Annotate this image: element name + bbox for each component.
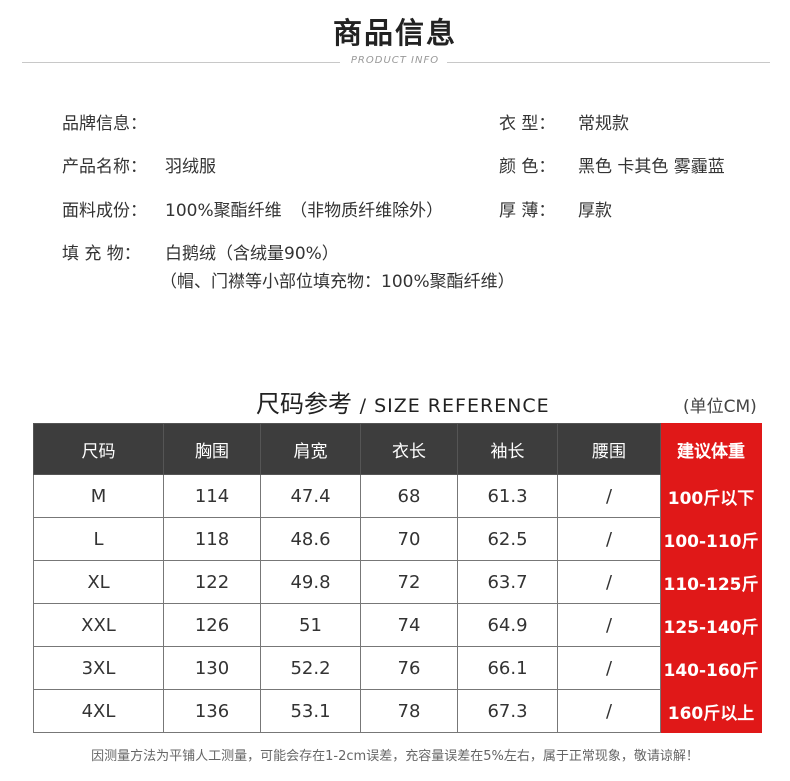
cell-shoulder: 47.4 — [260, 474, 361, 518]
type-label: 衣 型： — [499, 114, 556, 134]
cell-waist: / — [557, 646, 661, 690]
table-row: 4XL 136 53.1 78 67.3 / 160斤以上 — [33, 689, 762, 733]
fill-label: 填 充 物： — [62, 244, 141, 264]
size-reference-title: 尺码参考 / SIZE REFERENCE — [256, 384, 550, 419]
thickness-label: 厚 薄： — [499, 201, 556, 221]
cell-weight: 100-110斤 — [660, 517, 762, 561]
color-value: 黑色 卡其色 雾霾蓝 — [578, 157, 725, 177]
cell-length: 76 — [360, 646, 458, 690]
cell-weight: 125-140斤 — [660, 603, 762, 647]
thickness-value: 厚款 — [578, 201, 612, 221]
cell-shoulder: 53.1 — [260, 689, 361, 733]
cell-shoulder: 52.2 — [260, 646, 361, 690]
cell-chest: 122 — [163, 560, 261, 604]
brand-label: 品牌信息： — [62, 114, 147, 134]
header-chest: 胸围 — [163, 423, 261, 475]
header-size: 尺码 — [33, 423, 164, 475]
cell-waist: / — [557, 603, 661, 647]
cell-weight: 110-125斤 — [660, 560, 762, 604]
cell-chest: 130 — [163, 646, 261, 690]
fabric-value: 100%聚酯纤维 （非物质纤维除外） — [165, 201, 444, 221]
header-sleeve: 袖长 — [457, 423, 558, 475]
cell-sleeve: 61.3 — [457, 474, 558, 518]
header-shoulder: 肩宽 — [260, 423, 361, 475]
size-table: 尺码 胸围 肩宽 衣长 袖长 腰围 建议体重 M 114 47.4 68 61.… — [33, 423, 762, 733]
cell-size: M — [33, 474, 164, 518]
table-row: XL 122 49.8 72 63.7 / 110-125斤 — [33, 560, 762, 604]
cell-size: 3XL — [33, 646, 164, 690]
cell-weight: 140-160斤 — [660, 646, 762, 690]
cell-sleeve: 62.5 — [457, 517, 558, 561]
header-length: 衣长 — [360, 423, 458, 475]
product-name-value: 羽绒服 — [165, 157, 216, 177]
cell-waist: / — [557, 560, 661, 604]
header-recommended-weight: 建议体重 — [660, 423, 762, 475]
cell-length: 72 — [360, 560, 458, 604]
cell-waist: / — [557, 517, 661, 561]
cell-waist: / — [557, 474, 661, 518]
cell-sleeve: 66.1 — [457, 646, 558, 690]
size-reference-title-en: / SIZE REFERENCE — [359, 395, 550, 417]
product-name-label: 产品名称： — [62, 157, 147, 177]
size-reference-title-cn: 尺码参考 — [256, 390, 352, 418]
size-table-header-row: 尺码 胸围 肩宽 衣长 袖长 腰围 建议体重 — [33, 423, 762, 475]
cell-chest: 114 — [163, 474, 261, 518]
cell-chest: 126 — [163, 603, 261, 647]
cell-shoulder: 51 — [260, 603, 361, 647]
table-row: 3XL 130 52.2 76 66.1 / 140-160斤 — [33, 646, 762, 690]
cell-sleeve: 67.3 — [457, 689, 558, 733]
page-subtitle: PRODUCT INFO — [350, 55, 440, 66]
cell-sleeve: 64.9 — [457, 603, 558, 647]
fill-value-detail: （帽、门襟等小部位填充物：100%聚酯纤维） — [160, 272, 515, 292]
cell-shoulder: 48.6 — [260, 517, 361, 561]
cell-length: 70 — [360, 517, 458, 561]
cell-chest: 136 — [163, 689, 261, 733]
cell-weight: 160斤以上 — [660, 689, 762, 733]
fabric-label: 面料成份： — [62, 201, 147, 221]
cell-weight: 100斤以下 — [660, 474, 762, 518]
cell-size: L — [33, 517, 164, 561]
cell-sleeve: 63.7 — [457, 560, 558, 604]
table-row: M 114 47.4 68 61.3 / 100斤以下 — [33, 474, 762, 518]
fill-value-main: 白鹅绒（含绒量90%） — [165, 244, 339, 264]
unit-label: (单位CM) — [683, 397, 757, 417]
cell-length: 68 — [360, 474, 458, 518]
cell-length: 74 — [360, 603, 458, 647]
cell-length: 78 — [360, 689, 458, 733]
table-row: L 118 48.6 70 62.5 / 100-110斤 — [33, 517, 762, 561]
cell-waist: / — [557, 689, 661, 733]
cell-size: XL — [33, 560, 164, 604]
page-title: 商品信息 — [332, 16, 457, 50]
cell-shoulder: 49.8 — [260, 560, 361, 604]
cell-chest: 118 — [163, 517, 261, 561]
color-label: 颜 色： — [499, 157, 556, 177]
cell-size: XXL — [33, 603, 164, 647]
cell-size: 4XL — [33, 689, 164, 733]
type-value: 常规款 — [578, 114, 629, 134]
measurement-note: 因测量方法为平铺人工测量，可能会存在1-2cm误差，充容量误差在5%左右，属于正… — [91, 749, 699, 764]
table-row: XXL 126 51 74 64.9 / 125-140斤 — [33, 603, 762, 647]
header-waist: 腰围 — [557, 423, 661, 475]
